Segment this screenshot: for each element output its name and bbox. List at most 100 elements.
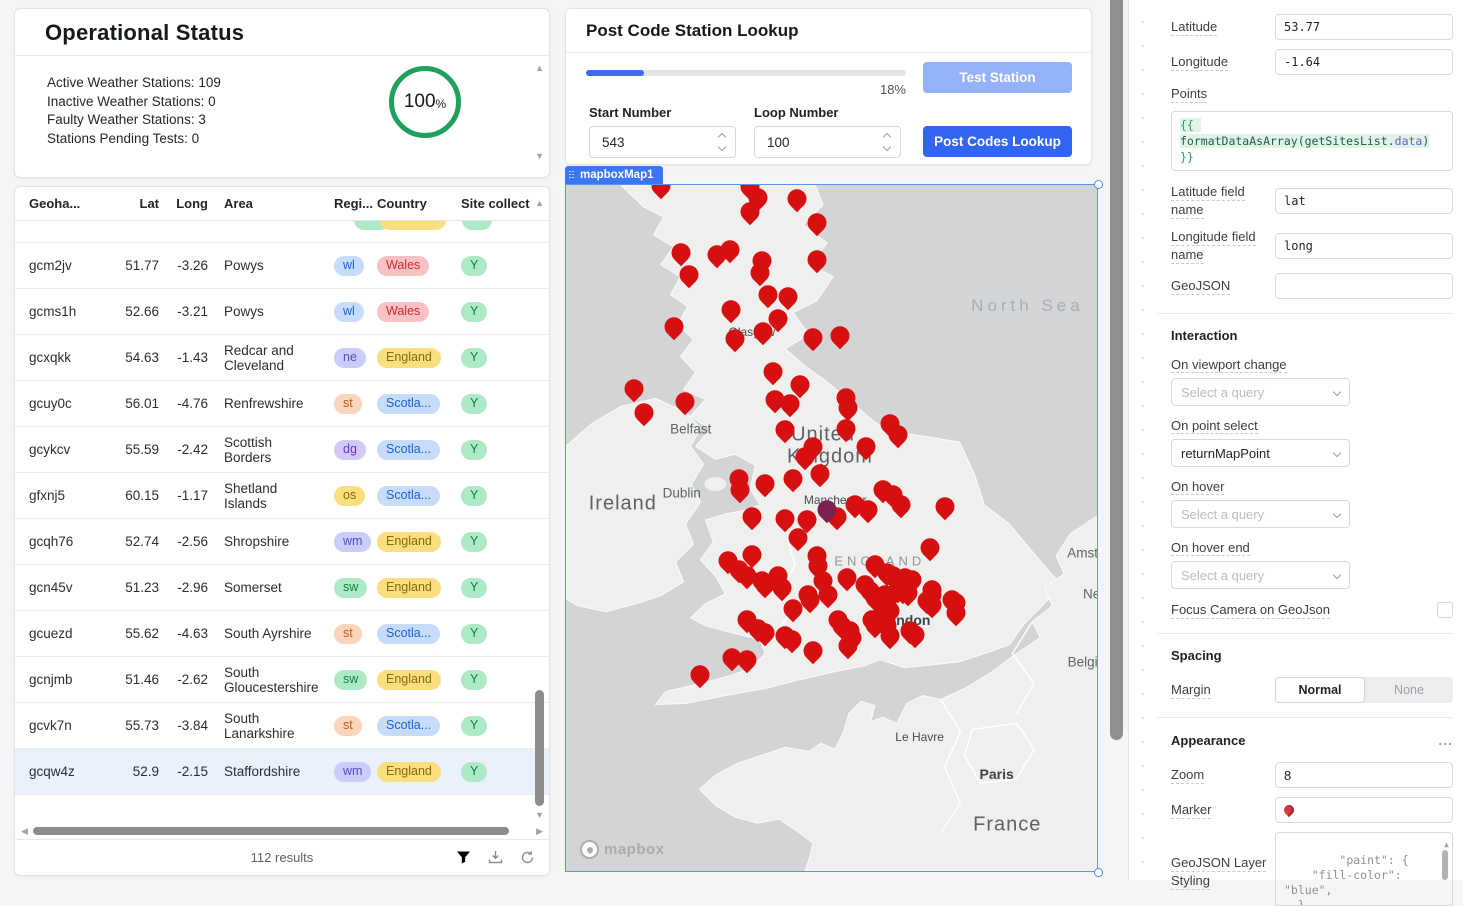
download-icon[interactable]: [488, 850, 503, 865]
event-query-select[interactable]: Select a query: [1171, 561, 1350, 589]
table-row[interactable]: gcms1h52.66-3.21PowyswlWalesY: [15, 289, 549, 335]
event-label: On viewport change: [1171, 357, 1453, 372]
loop-number-input[interactable]: 100: [754, 126, 901, 158]
stepper-icons[interactable]: [884, 134, 890, 150]
table-scroll-down-icon[interactable]: ▼: [535, 811, 544, 820]
post-codes-lookup-button[interactable]: Post Codes Lookup: [923, 126, 1072, 157]
event-query-select[interactable]: returnMapPoint: [1171, 439, 1350, 467]
country-badge: England: [377, 762, 441, 782]
map-label: Belgiu: [1068, 655, 1098, 670]
country-badge: Scotla...: [377, 486, 440, 506]
scroll-up-icon[interactable]: ▲: [535, 64, 544, 73]
table-scroll-up-icon[interactable]: ▲: [535, 199, 544, 208]
event-query-select[interactable]: Select a query: [1171, 500, 1350, 528]
component-tag-label: mapboxMap1: [580, 169, 654, 181]
operational-status-card: Operational Status Active Weather Statio…: [14, 8, 550, 178]
editor-scrollbar-thumb[interactable]: [1442, 850, 1448, 880]
refresh-icon[interactable]: [520, 850, 535, 865]
scroll-left-icon[interactable]: ◀: [21, 827, 28, 836]
margin-option-normal[interactable]: Normal: [1275, 677, 1365, 703]
points-code-editor[interactable]: {{ formatDataAsArray(getSitesList.data)}…: [1171, 111, 1453, 171]
table-row[interactable]: gfxnj560.15-1.17Shetland IslandsosScotla…: [15, 473, 549, 519]
geohash-cell: gcuy0c: [29, 396, 113, 411]
longitude-input[interactable]: -1.64: [1275, 49, 1453, 75]
scroll-down-icon[interactable]: ▼: [535, 152, 544, 161]
filter-icon[interactable]: [456, 850, 471, 865]
table-horizontal-scrollbar[interactable]: ◀ ▶: [15, 824, 549, 839]
horizontal-scrollbar-thumb[interactable]: [33, 827, 509, 835]
column-header-region[interactable]: Regi...: [320, 196, 377, 211]
region-badge: wm: [334, 532, 371, 552]
margin-segmented-control[interactable]: Normal None: [1275, 677, 1453, 703]
start-number-value: 543: [602, 135, 625, 150]
component-tag-mapboxmap1[interactable]: mapboxMap1: [565, 166, 663, 184]
table-row[interactable]: gcuezd55.62-4.63South AyrshirestScotla..…: [15, 611, 549, 657]
longitude-field-name-input[interactable]: long: [1275, 233, 1453, 259]
latitude-field-name-input[interactable]: lat: [1275, 188, 1453, 214]
chevron-down-icon: [1333, 510, 1341, 518]
table-row[interactable]: gcn45v51.23-2.96SomersetswEnglandY: [15, 565, 549, 611]
table-row[interactable]: gcvk7n55.73-3.84South LanarkshirestScotl…: [15, 703, 549, 749]
geohash-cell: gcm2jv: [29, 258, 113, 273]
scroll-right-icon[interactable]: ▶: [536, 827, 543, 836]
resize-handle-bottom-right[interactable]: [1094, 868, 1103, 877]
area-cell: South Lanarkshire: [208, 711, 320, 741]
resize-handle-top-right[interactable]: [1094, 180, 1103, 189]
table-row[interactable]: gcnjmb51.46-2.62South GloucestershireswE…: [15, 657, 549, 703]
column-header-country[interactable]: Country: [377, 196, 461, 211]
lat-cell: 52.66: [113, 304, 159, 319]
panel-grid-dots: [1141, 0, 1144, 880]
mapbox-logo[interactable]: mapbox: [580, 840, 665, 859]
event-label: On hover: [1171, 479, 1453, 494]
region-badge: sw: [334, 578, 367, 598]
table-row[interactable]: gcm2jv51.77-3.26PowyswlWalesY: [15, 243, 549, 289]
table-row-partial[interactable]: [15, 221, 549, 243]
map-landmass: [566, 185, 1097, 871]
stat-line: Stations Pending Tests: 0: [47, 130, 529, 149]
geojson-styling-editor[interactable]: "paint": { "fill-color": "blue", } ▲: [1275, 832, 1453, 906]
marker-label: Marker: [1171, 801, 1275, 819]
table-row[interactable]: gcxqkk54.63-1.43Redcar and ClevelandneEn…: [15, 335, 549, 381]
stations-table-card: Geoha... Lat Long Area Regi... Country S…: [14, 186, 550, 876]
spacing-heading: Spacing: [1171, 648, 1453, 663]
area-cell: Renfrewshire: [208, 396, 320, 411]
table-row[interactable]: gcykcv55.59-2.42Scottish BordersdgScotla…: [15, 427, 549, 473]
table-vertical-scrollbar[interactable]: [535, 690, 544, 806]
lookup-title: Post Code Station Lookup: [566, 9, 1091, 53]
stepper-icons[interactable]: [719, 134, 725, 150]
table-row[interactable]: gcqw4z52.9-2.15StaffordshirewmEnglandY: [15, 749, 549, 795]
mapbox-map[interactable]: North SeaGlasgowBelfastDublinIrelandUnit…: [565, 184, 1098, 872]
margin-option-none[interactable]: None: [1365, 677, 1453, 703]
focus-camera-checkbox[interactable]: [1437, 602, 1453, 618]
table-row[interactable]: gcuy0c56.01-4.76RenfrewshirestScotla...Y: [15, 381, 549, 427]
event-query-select[interactable]: Select a query: [1171, 378, 1350, 406]
geojson-input[interactable]: [1275, 273, 1453, 299]
column-header-geohash[interactable]: Geoha...: [29, 196, 113, 211]
column-header-area[interactable]: Area: [208, 196, 320, 211]
test-station-button[interactable]: Test Station: [923, 62, 1072, 93]
start-number-input[interactable]: 543: [589, 126, 736, 158]
marker-input[interactable]: [1275, 797, 1453, 823]
column-header-lat[interactable]: Lat: [113, 196, 159, 211]
region-badge: sw: [334, 670, 367, 690]
map-label: Belfast: [670, 421, 711, 436]
appearance-menu-icon[interactable]: ...: [1438, 732, 1453, 748]
zoom-input[interactable]: 8: [1275, 762, 1453, 788]
table-body: gcm2jv51.77-3.26PowyswlWalesYgcms1h52.66…: [15, 221, 549, 824]
column-header-long[interactable]: Long: [159, 196, 208, 211]
lat-cell: 52.9: [113, 764, 159, 779]
country-badge: Scotla...: [377, 440, 440, 460]
drag-handle-icon[interactable]: [569, 171, 575, 180]
map-label: Ireland: [589, 492, 657, 515]
latitude-input[interactable]: 53.77: [1275, 14, 1453, 40]
start-number-label: Start Number: [589, 105, 671, 120]
region-badge: st: [334, 394, 362, 414]
map-label: Amste: [1067, 545, 1098, 560]
lat-cell: 55.59: [113, 442, 159, 457]
country-badge: Scotla...: [377, 394, 440, 414]
site-badge: Y: [461, 394, 487, 414]
table-row[interactable]: gcqh7652.74-2.56ShropshirewmEnglandY: [15, 519, 549, 565]
lat-cell: 56.01: [113, 396, 159, 411]
region-badge: wm: [334, 762, 371, 782]
canvas-vertical-scrollbar[interactable]: [1110, 0, 1123, 740]
